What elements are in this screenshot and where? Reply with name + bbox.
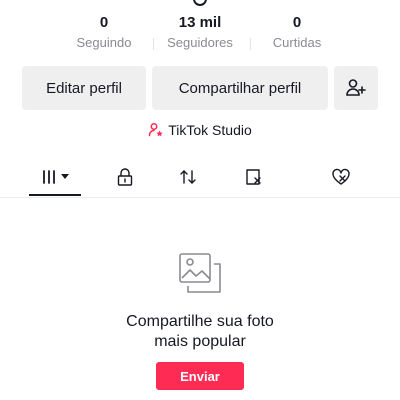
tab-liked[interactable] [318, 158, 364, 196]
tiktok-studio-label: TikTok Studio [168, 122, 252, 138]
avatar-edge [193, 0, 207, 6]
liked-icon [332, 168, 350, 185]
grid-icon [43, 170, 55, 184]
content-tabs [0, 158, 400, 198]
profile-stats: 0 Seguindo 13 mil Seguidores 0 Curtidas [0, 14, 400, 60]
chevron-down-icon [61, 174, 69, 179]
stat-divider [250, 38, 251, 50]
photos-icon [179, 253, 221, 293]
tab-videos[interactable] [29, 158, 81, 196]
bookmark-icon [246, 169, 261, 185]
stat-likes-label: Curtidas [272, 35, 322, 50]
tabs-divider [0, 197, 400, 198]
person-star-icon [148, 123, 163, 137]
stat-following-value: 0 [99, 14, 109, 31]
tab-reposts[interactable] [165, 158, 211, 196]
repost-icon [180, 170, 196, 184]
stat-divider [153, 38, 154, 50]
edit-profile-button[interactable]: Editar perfil [22, 66, 146, 110]
upload-button[interactable]: Enviar [156, 362, 244, 390]
stat-followers-label: Seguidores [167, 35, 233, 50]
add-user-icon [346, 79, 366, 96]
tab-favorites[interactable] [232, 158, 278, 196]
add-friend-button[interactable] [334, 66, 378, 110]
share-profile-button[interactable]: Compartilhar perfil [152, 66, 328, 110]
tab-private[interactable] [102, 158, 148, 196]
stat-followers-value: 13 mil [178, 14, 222, 31]
empty-state-title: Compartilhe sua foto mais popular [126, 313, 274, 350]
lock-icon [117, 168, 133, 186]
active-tab-indicator [29, 194, 81, 196]
stat-likes[interactable]: 0 Curtidas [252, 14, 342, 52]
stat-following-label: Seguindo [76, 35, 132, 50]
stat-likes-value: 0 [292, 14, 302, 31]
stat-following[interactable]: 0 Seguindo [59, 14, 149, 52]
tiktok-studio-link[interactable]: TikTok Studio [0, 121, 400, 139]
stat-followers[interactable]: 13 mil Seguidores [155, 14, 245, 52]
